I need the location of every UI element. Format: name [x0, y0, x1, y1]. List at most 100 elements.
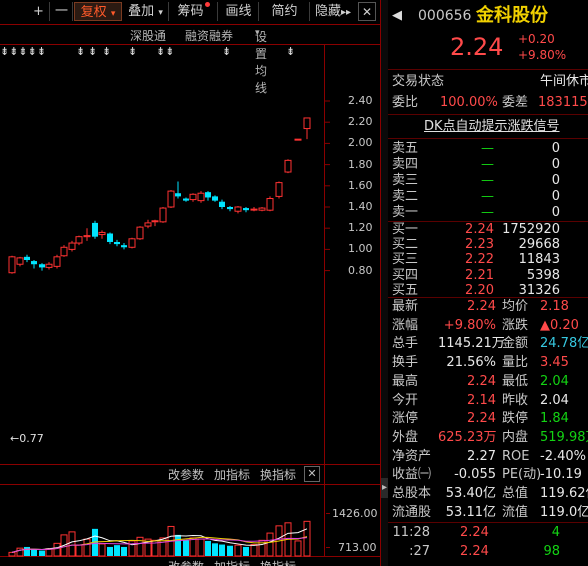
volume-bar: [266, 532, 274, 557]
candle-body[interactable]: [98, 231, 106, 236]
volume-bar: [219, 544, 225, 556]
candle-body[interactable]: [284, 159, 292, 173]
volume-bar: [189, 537, 197, 557]
volume-bar: [83, 538, 91, 557]
gaicanshu-button[interactable]: 改参数: [168, 466, 204, 483]
candle-body[interactable]: [275, 182, 283, 197]
candle-body[interactable]: [189, 193, 197, 201]
candle-body[interactable]: [114, 241, 120, 245]
price-axis-label: 1.80: [348, 157, 373, 171]
arrow-icon: ←: [10, 432, 20, 445]
candle-body[interactable]: [24, 256, 30, 260]
volume-bar: [107, 546, 113, 556]
candle-body[interactable]: [205, 192, 211, 198]
candle-body[interactable]: [53, 256, 61, 267]
candle-body[interactable]: [31, 261, 37, 265]
candle-body[interactable]: [83, 235, 91, 238]
candle-body[interactable]: [250, 208, 258, 211]
price-axis-label: 2.40: [348, 94, 373, 107]
price-axis-label: 1.60: [348, 178, 373, 192]
price-axis-label: 1.20: [348, 221, 373, 235]
panel-splitter[interactable]: ▸: [381, 0, 388, 566]
candle-body[interactable]: [175, 193, 181, 197]
volume-bar: [121, 546, 127, 556]
volume-bar: [205, 540, 211, 556]
volume-bar: [24, 546, 30, 556]
collapse-arrow-icon[interactable]: ▸: [381, 478, 388, 498]
gaicanshu-button[interactable]: 改参数: [168, 558, 204, 566]
close-icon[interactable]: ✕: [304, 466, 320, 482]
volume-bar: [294, 540, 302, 557]
candle-body[interactable]: [227, 207, 233, 210]
tick-row: 11:28 2.24 4: [388, 524, 588, 542]
candle-body[interactable]: [151, 220, 159, 223]
volume-bar: [16, 547, 24, 557]
candle-body[interactable]: [212, 196, 218, 201]
indicator-panel-bar: 改参数 加指标 换指标: [0, 558, 380, 566]
candle-body[interactable]: [92, 222, 98, 237]
volume-bar: [31, 549, 37, 556]
candle-body[interactable]: [75, 236, 83, 244]
candle-body[interactable]: [16, 257, 24, 265]
tick-price: 2.24: [460, 525, 489, 540]
candle-body[interactable]: [60, 246, 68, 257]
price-axis-label: 2.00: [348, 136, 373, 150]
candle-body[interactable]: [68, 242, 76, 250]
volume-bar: [303, 520, 311, 557]
volume-axis-mid: 713.00: [338, 541, 377, 554]
candle-body[interactable]: [136, 226, 144, 240]
candle-body[interactable]: [303, 117, 311, 130]
volume-bar: [212, 543, 218, 556]
candle-body[interactable]: [258, 207, 266, 211]
volume-bar: [75, 544, 83, 557]
candle-body[interactable]: [266, 198, 274, 211]
price-axis-label: 2.20: [348, 115, 373, 129]
volume-bar: [114, 545, 120, 556]
volume-bar: [183, 540, 189, 556]
volume-panel-bar: 改参数 加指标 换指标 ✕: [0, 466, 380, 484]
low-price-value: 0.77: [19, 432, 44, 445]
axis-tick: [326, 513, 330, 514]
volume-bar: [8, 551, 16, 557]
volume-bar: [197, 538, 205, 557]
volume-bar: [250, 544, 258, 557]
candle-body[interactable]: [294, 138, 302, 141]
volume-bar: [53, 542, 61, 557]
candle-body[interactable]: [159, 207, 167, 223]
price-axis-label: 0.80: [348, 263, 373, 277]
volume-bar: [98, 543, 106, 557]
volume-bar: [234, 544, 242, 557]
volume-bar: [243, 546, 249, 556]
candle-body[interactable]: [128, 238, 136, 248]
huanzhibiao-button[interactable]: 换指标: [260, 558, 296, 566]
volume-bar: [68, 531, 76, 557]
candle-body[interactable]: [219, 201, 225, 207]
price-axis-label: 1.00: [348, 242, 373, 256]
candle-body[interactable]: [183, 198, 189, 201]
tick-time: :27: [409, 544, 430, 559]
tick-price: 2.24: [460, 544, 489, 559]
candle-body[interactable]: [45, 263, 53, 268]
candle-body[interactable]: [197, 192, 205, 202]
quote-panel: ◀ 000656 金科股份 2.24 +0.20 +9.80% 交易状态 午间休…: [388, 0, 588, 566]
candle-body[interactable]: [107, 233, 113, 242]
volume-bar: [227, 545, 233, 556]
jiazhibiao-button[interactable]: 加指标: [214, 558, 250, 566]
candle-body[interactable]: [121, 245, 127, 248]
candle-body[interactable]: [243, 208, 249, 211]
jiazhibiao-button[interactable]: 加指标: [214, 466, 250, 483]
tick-time: 11:28: [392, 525, 430, 540]
tick-row: :27 2.24 98: [388, 543, 588, 561]
tick-volume: 4: [551, 525, 560, 540]
volume-bar: [39, 550, 45, 556]
candle-body[interactable]: [144, 222, 152, 227]
price-axis-label: 1.40: [348, 200, 373, 213]
candle-body[interactable]: [8, 256, 16, 274]
tick-volume: 98: [543, 544, 560, 559]
candle-body[interactable]: [39, 264, 45, 268]
volume-bar: [175, 534, 181, 556]
huanzhibiao-button[interactable]: 换指标: [260, 466, 296, 483]
candle-body[interactable]: [234, 206, 242, 212]
low-price-label: ←0.77: [10, 432, 44, 445]
candle-body[interactable]: [167, 190, 175, 208]
